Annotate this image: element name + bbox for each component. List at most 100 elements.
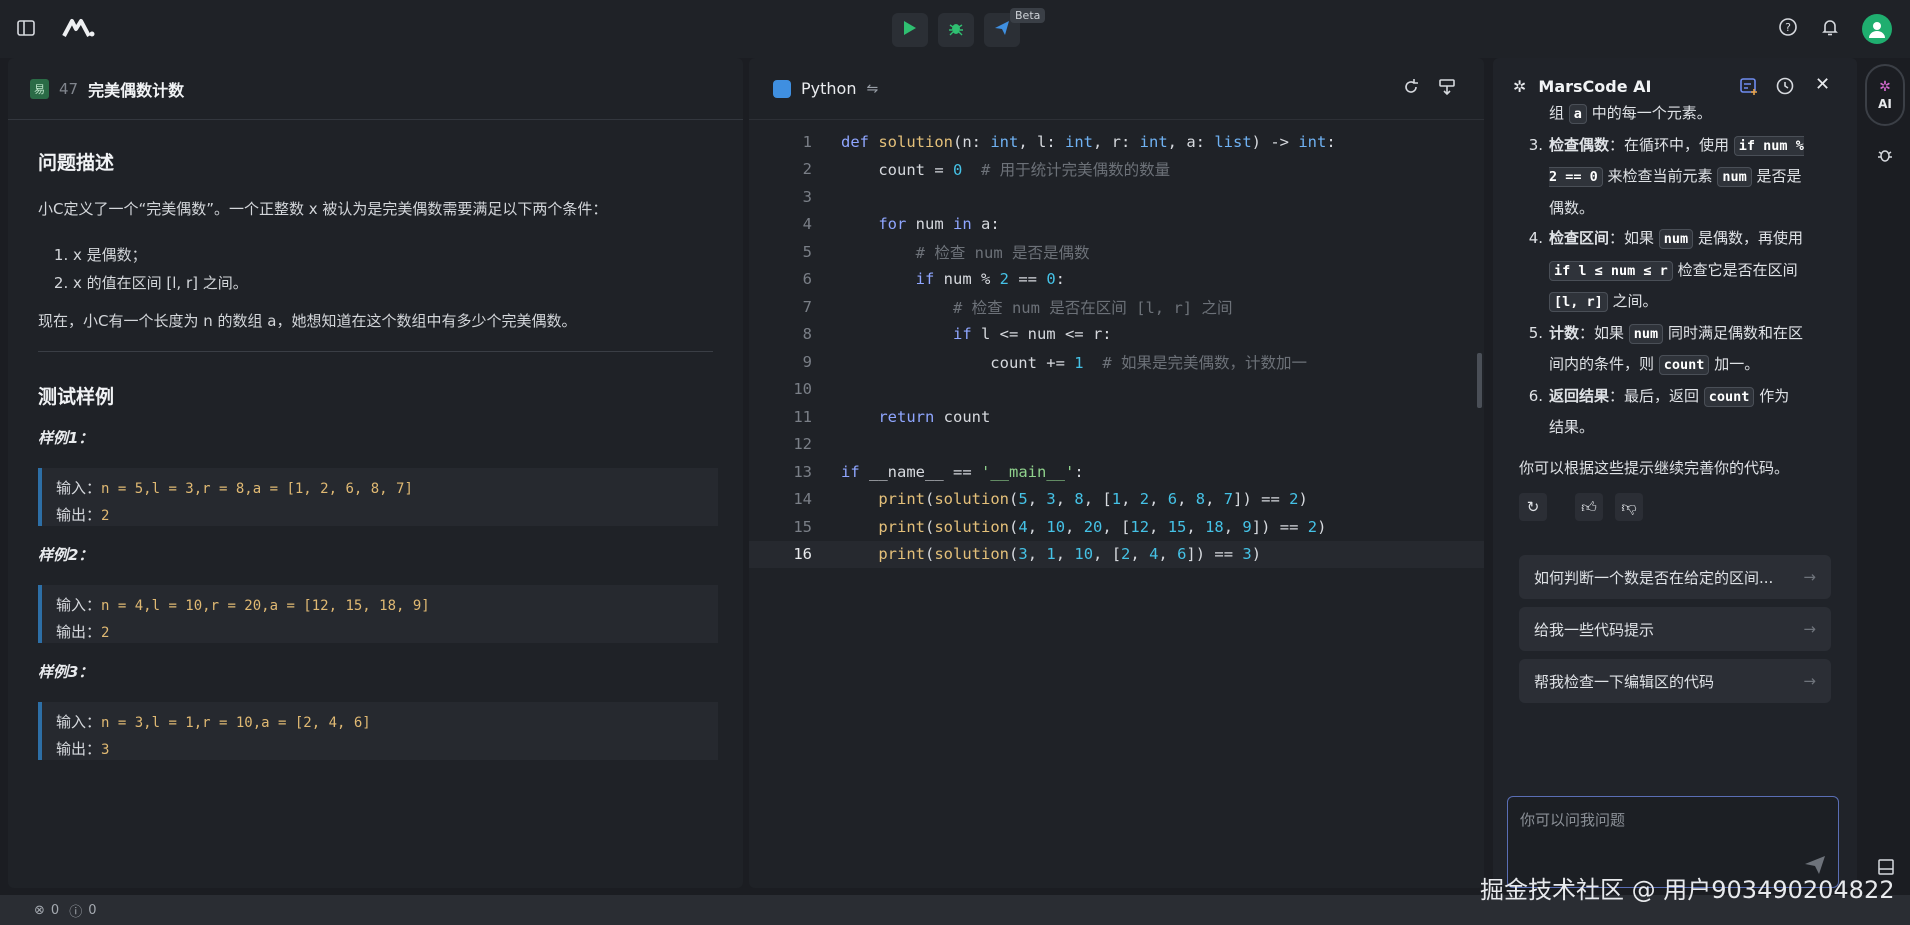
step-number: 4. [1528, 229, 1543, 247]
suggestion-button[interactable]: 如何判断一个数是否在给定的区间... → [1519, 555, 1831, 599]
play-icon [903, 20, 917, 40]
history-icon[interactable] [1775, 76, 1795, 100]
code-line: 1 def solution(n: int, l: int, r: int, a:… [749, 128, 1484, 156]
error-count: 0 [50, 902, 60, 918]
line-number: 2 [802, 160, 812, 179]
arrow-right-icon: → [1803, 672, 1816, 690]
suggestion-label: 给我一些代码提示 [1534, 620, 1655, 639]
inline-code: if l ≤ num ≤ r [1549, 260, 1673, 281]
error-icon: ⊗ [34, 902, 45, 918]
example-title: 样例2： [38, 546, 94, 564]
output-label: 输出： [56, 623, 102, 641]
suggestion-button[interactable]: 帮我检查一下编辑区的代码 → [1519, 659, 1831, 703]
help-icon[interactable]: ? [1778, 17, 1798, 41]
format-code-icon[interactable] [1438, 78, 1456, 100]
close-icon[interactable]: ✕ [1815, 74, 1830, 95]
ai-text: 加一。 [1709, 355, 1760, 373]
example-output: 3 [101, 742, 110, 758]
code-line: 9 count += 1 # 如果是完美偶数，计数加一 [749, 348, 1484, 376]
problem-header: 易 47 完美偶数计数 [8, 58, 743, 120]
ai-message: 组 a 中的每一个元素。 3. 检查偶数：在循环中，使用 if num % 2 =… [1493, 98, 1857, 521]
code-line: 10 [749, 376, 1484, 404]
new-chat-icon[interactable] [1739, 76, 1759, 100]
suggestion-label: 如何判断一个数是否在给定的区间... [1534, 568, 1774, 587]
example-box: 输入：n = 3,l = 1,r = 10,a = [2, 4, 6] 输出：3 [38, 702, 718, 760]
code-line: 3 [749, 183, 1484, 211]
debug-icon[interactable] [1876, 146, 1894, 168]
line-number: 9 [802, 352, 812, 371]
example-output: 2 [101, 625, 110, 641]
code-line: 14 print(solution(5, 3, 8, [1, 2, 6, 8, … [749, 486, 1484, 514]
examples-heading: 测试样例 [38, 386, 115, 408]
ai-step: 5. 计数：如果 num 同时满足偶数和在区间内的条件，则 count 加一。 [1519, 318, 1831, 381]
problem-intro: 小C定义了一个“完美偶数”。一个正整数 x 被认为是完美偶数需要满足以下两个条件… [38, 200, 608, 218]
line-number: 11 [793, 407, 812, 426]
send-icon [994, 20, 1010, 40]
ai-closing: 你可以根据这些提示继续完善你的代码。 [1519, 458, 1790, 477]
inline-code: count [1658, 355, 1710, 375]
language-selector[interactable]: Python [801, 79, 856, 98]
chat-placeholder: 你可以问我问题 [1520, 811, 1626, 829]
thumbs-up-icon[interactable]: 👍︎ [1575, 493, 1603, 521]
switch-language-icon[interactable]: ⇋ [866, 81, 878, 97]
marscode-logo[interactable] [62, 17, 96, 43]
step-title: 计数 [1549, 323, 1580, 342]
step-title: 检查区间 [1549, 229, 1610, 247]
line-number: 12 [793, 435, 812, 454]
code-line: 6 if num % 2 == 0: [749, 266, 1484, 294]
example-output: 2 [101, 508, 110, 524]
line-number: 16 [793, 545, 812, 564]
ai-text: 是偶数，再使用 [1693, 229, 1803, 247]
reset-code-icon[interactable] [1402, 78, 1420, 100]
bug-icon [948, 20, 964, 40]
inline-code: num [1628, 323, 1664, 344]
run-button[interactable] [892, 13, 928, 47]
line-number: 8 [802, 325, 812, 344]
line-number: 5 [802, 242, 812, 261]
avatar[interactable] [1862, 14, 1892, 44]
warning-icon: ⓘ [69, 904, 83, 920]
condition-item: x 的值在区间 [l, r] 之间。 [73, 269, 713, 297]
ai-text: 检查它是否在区间 [1672, 260, 1798, 279]
suggestion-button[interactable]: 给我一些代码提示 → [1519, 607, 1831, 651]
code-line: 8 if l <= num <= r: [749, 321, 1484, 349]
thumbs-down-icon[interactable]: 👎︎ [1615, 493, 1643, 521]
warning-count: 0 [88, 902, 97, 918]
svg-text:?: ? [1785, 21, 1791, 34]
problem-question: 现在，小C有一个长度为 n 的数组 a，她想知道在这个数组中有多少个完美偶数。 [38, 312, 577, 330]
watermark: 掘金技术社区 @ 用户903490204822 [1480, 876, 1895, 904]
bell-icon[interactable] [1820, 17, 1840, 41]
example-input: n = 5,l = 3,r = 8,a = [1, 2, 6, 8, 7] [101, 481, 413, 497]
output-label: 输出： [56, 506, 102, 524]
arrow-right-icon: → [1803, 620, 1816, 638]
editor-scrollbar[interactable] [1477, 353, 1482, 408]
output-label: 输出： [56, 740, 102, 758]
code-area[interactable]: 1 def solution(n: int, l: int, r: int, a:… [749, 128, 1484, 568]
ai-text: 来检查当前元素 [1602, 167, 1718, 185]
input-label: 输入： [56, 713, 102, 731]
arrow-right-icon: → [1803, 568, 1816, 586]
ai-text: ：如果 [1609, 229, 1659, 247]
debug-button[interactable] [938, 13, 974, 47]
ai-actions: ↻ 👍︎ 👎︎ [1519, 493, 1831, 521]
code-line: 11 return count [749, 403, 1484, 431]
regenerate-icon[interactable]: ↻ [1519, 493, 1547, 521]
example-box: 输入：n = 5,l = 3,r = 8,a = [1, 2, 6, 8, 7]… [38, 468, 718, 526]
ai-tab[interactable]: ✲ AI [1865, 64, 1905, 126]
example-title: 样例3： [38, 663, 94, 681]
condition-list: x 是偶数； x 的值在区间 [l, r] 之间。 [73, 241, 713, 297]
step-number: 6. [1528, 386, 1543, 405]
line-number: 6 [802, 270, 812, 289]
editor-header: Python ⇋ [749, 58, 1484, 120]
code-editor-panel: Python ⇋ 1 def solution(n: int, l: int, r… [749, 58, 1484, 888]
code-line: 15 print(solution(4, 10, 20, [12, 15, 18… [749, 513, 1484, 541]
line-number: 3 [802, 187, 812, 206]
sidebar-toggle-icon[interactable] [16, 18, 36, 42]
ai-text: ：在循环中，使用 [1609, 135, 1734, 154]
sparkle-icon: ✲ [1879, 79, 1891, 95]
example-title: 样例1： [38, 429, 94, 447]
inline-code: num [1717, 167, 1752, 187]
step-title: 检查偶数 [1549, 135, 1610, 154]
line-number: 4 [802, 215, 812, 234]
ai-header: ✲ MarsCode AI ✕ [1493, 58, 1857, 114]
